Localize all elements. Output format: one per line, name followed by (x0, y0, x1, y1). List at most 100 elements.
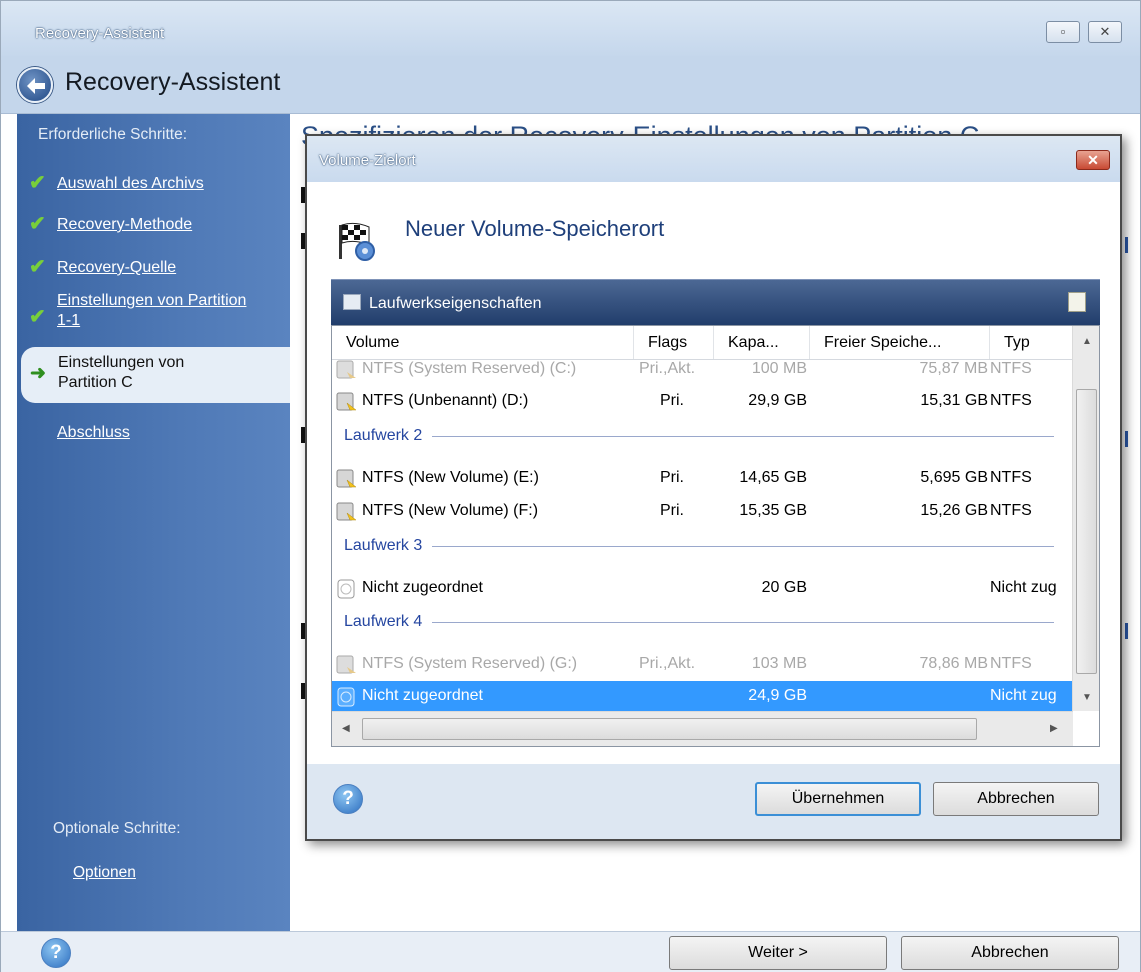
arrow-right-icon: ➜ (30, 363, 46, 384)
title-bar: Recovery-Assistent ▫ ✕ (1, 1, 1140, 56)
volume-name: NTFS (System Reserved) (G:) (362, 655, 578, 672)
volume-name: Nicht zugeordnet (362, 579, 483, 596)
volume-destination-dialog: Volume-Zielort ✕ Neuer Volume-Speicheror… (305, 134, 1122, 841)
help-icon[interactable]: ? (41, 938, 71, 968)
restore-button[interactable]: ▫ (1046, 21, 1080, 43)
disk-group-header: Laufwerk 2 (332, 419, 1072, 452)
background-marker (1125, 623, 1128, 639)
group-divider (344, 622, 1054, 623)
window-title: Recovery-Assistent (35, 25, 165, 42)
back-button[interactable] (17, 67, 53, 103)
checkered-flag-icon (339, 222, 375, 261)
volume-row[interactable]: NTFS (Unbenannt) (D:) Pri. 29,9 GB 15,31… (332, 386, 1072, 419)
volume-flags: Pri. (660, 392, 684, 409)
volume-capacity: 14,65 GB (739, 469, 807, 486)
check-icon: ✔ (29, 256, 46, 278)
step-label: Einstellungen von Partition C (58, 354, 185, 391)
step-label[interactable]: Recovery-Quelle (57, 258, 176, 278)
background-marker (1125, 237, 1128, 253)
volume-free-space: 15,26 GB (920, 502, 988, 519)
hdd-icon (336, 469, 356, 488)
step-archive-selection[interactable]: ✔ Auswahl des Archivs (17, 165, 290, 201)
volume-row[interactable]: Nicht zugeordnet 20 GB Nicht zug (332, 573, 1072, 606)
scroll-up-icon[interactable]: ▲ (1082, 336, 1092, 347)
hdd-icon (336, 392, 356, 411)
volume-list[interactable]: Volume Flags Kapa... Freier Speiche... T… (331, 325, 1100, 747)
volume-row-selected[interactable]: Nicht zugeordnet 24,9 GB Nicht zug (332, 681, 1072, 714)
scroll-left-icon[interactable]: ◀ (342, 723, 350, 734)
back-arrow-icon (27, 78, 45, 94)
volume-free-space: 15,31 GB (920, 392, 988, 409)
volume-flags: Pri.,Akt. (639, 360, 696, 377)
volume-row: NTFS (System Reserved) (C:) Pri.,Akt. 10… (332, 354, 1072, 387)
volume-capacity: 20 GB (761, 579, 807, 596)
volume-row[interactable]: NTFS (New Volume) (E:) Pri. 14,65 GB 5,6… (332, 463, 1072, 496)
optional-steps-label: Optionale Schritte: (53, 820, 181, 837)
step-recovery-method[interactable]: ✔ Recovery-Methode (17, 206, 290, 242)
volume-capacity: 103 MB (751, 655, 807, 672)
cancel-button[interactable]: Abbrechen (901, 936, 1119, 970)
dialog-body: Neuer Volume-Speicherort Laufwerkseigens… (317, 182, 1110, 764)
next-button[interactable]: Weiter > (669, 936, 887, 970)
help-icon[interactable]: ? (333, 784, 363, 814)
volume-type: Nicht zug (990, 687, 1057, 704)
step-label[interactable]: Recovery-Methode (57, 215, 192, 235)
vertical-scrollbar[interactable]: ▲ ▼ (1072, 326, 1099, 711)
volume-type: Nicht zug (990, 579, 1057, 596)
group-divider (344, 436, 1054, 437)
volume-free-space: 75,87 MB (919, 360, 988, 377)
disk-group-header: Laufwerk 4 (332, 605, 1072, 638)
step-label[interactable]: Einstellungen von Partition 1-1 (57, 291, 257, 331)
step-partition-c[interactable]: ➜ Einstellungen von Partition C (21, 347, 290, 403)
hdd-icon (336, 502, 356, 521)
options-link[interactable]: Optionen (73, 864, 136, 882)
volume-free-space: 5,695 GB (920, 469, 988, 486)
properties-edit-icon[interactable] (1068, 292, 1086, 312)
wizard-footer: ? Weiter > Abbrechen (1, 931, 1140, 972)
background-marker (1125, 431, 1128, 447)
step-label[interactable]: Abschluss (57, 423, 130, 443)
vertical-scroll-thumb[interactable] (1076, 389, 1097, 674)
drive-properties-icon (343, 294, 361, 310)
step-recovery-source[interactable]: ✔ Recovery-Quelle (17, 249, 290, 285)
volume-name: NTFS (System Reserved) (C:) (362, 360, 577, 377)
volume-type: NTFS (990, 360, 1032, 377)
dialog-cancel-button[interactable]: Abbrechen (933, 782, 1099, 816)
step-finish[interactable]: Abschluss (17, 414, 290, 450)
volume-capacity: 29,9 GB (748, 392, 807, 409)
disk-label: Laufwerk 4 (344, 613, 433, 631)
volume-type: NTFS (990, 502, 1032, 519)
check-icon: ✔ (29, 172, 46, 194)
volume-row[interactable]: NTFS (New Volume) (F:) Pri. 15,35 GB 15,… (332, 496, 1072, 529)
scroll-down-icon[interactable]: ▼ (1082, 692, 1092, 703)
dialog-close-button[interactable]: ✕ (1076, 150, 1110, 170)
horizontal-scroll-thumb[interactable] (362, 718, 977, 740)
volume-name: NTFS (New Volume) (E:) (362, 469, 539, 486)
dialog-footer: ? Übernehmen Abbrechen (307, 764, 1120, 839)
disk-group-header: Laufwerk 3 (332, 529, 1072, 562)
header-title: Recovery-Assistent (65, 68, 281, 96)
scroll-right-icon[interactable]: ▶ (1050, 723, 1058, 734)
step-partition-1-1[interactable]: ✔ Einstellungen von Partition 1-1 (17, 291, 290, 341)
volume-name: Nicht zugeordnet (362, 687, 483, 704)
disk-label: Laufwerk 2 (344, 427, 433, 445)
dialog-heading: Neuer Volume-Speicherort (405, 216, 665, 241)
unallocated-icon (337, 687, 355, 707)
recovery-wizard-window: Recovery-Assistent ▫ ✕ Recovery-Assisten… (0, 0, 1141, 972)
volume-row: NTFS (System Reserved) (G:) Pri.,Akt. 10… (332, 649, 1072, 682)
dialog-title: Volume-Zielort (319, 152, 416, 169)
volume-type: NTFS (990, 655, 1032, 672)
check-icon: ✔ (29, 306, 46, 328)
required-steps-label: Erforderliche Schritte: (38, 126, 188, 143)
steps-sidebar: Erforderliche Schritte: ✔ Auswahl des Ar… (17, 114, 290, 931)
step-label[interactable]: Auswahl des Archivs (57, 174, 204, 194)
volume-free-space: 78,86 MB (919, 655, 988, 672)
horizontal-scrollbar[interactable]: ◀ ▶ (332, 711, 1073, 746)
close-button[interactable]: ✕ (1088, 21, 1122, 43)
volume-flags: Pri. (660, 469, 684, 486)
disk-label: Laufwerk 3 (344, 537, 433, 555)
volume-name: NTFS (Unbenannt) (D:) (362, 392, 529, 409)
apply-button[interactable]: Übernehmen (755, 782, 921, 816)
dialog-title-bar: Volume-Zielort ✕ (307, 136, 1120, 182)
volume-type: NTFS (990, 469, 1032, 486)
